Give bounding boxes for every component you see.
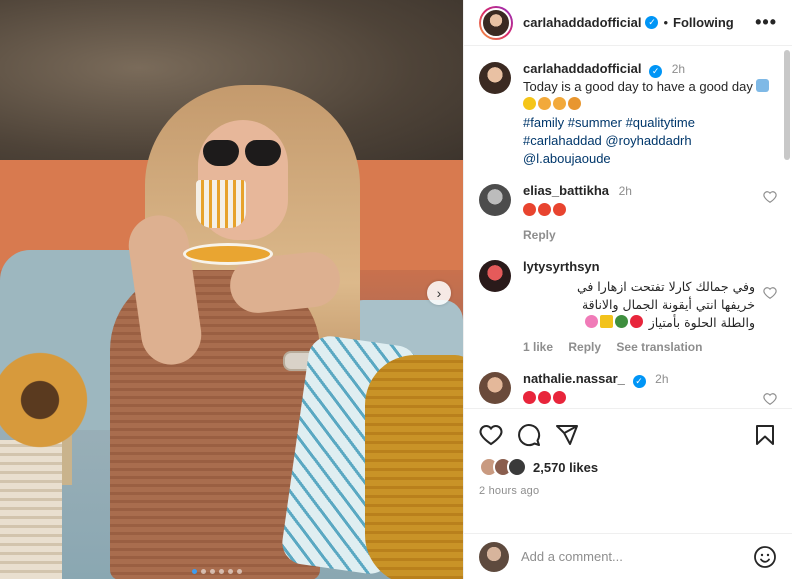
commenter-username[interactable]: elias_battikha [523, 183, 609, 198]
more-options-icon[interactable]: ••• [755, 12, 777, 33]
comment-icon[interactable] [517, 423, 541, 447]
crown-emoji [599, 315, 613, 328]
comment-text-line: وفي جمالك كارلا تفتحت ازهارا في [576, 279, 755, 294]
viewer-avatar [479, 541, 509, 572]
comments-list[interactable]: carlahaddadofficial ✓ 2h Today is a good… [464, 46, 792, 408]
carousel-dot [210, 569, 215, 574]
author-username[interactable]: carlahaddadofficial [523, 15, 641, 30]
caption-text: Today is a good day to have a good day [523, 78, 777, 114]
heart-icon[interactable] [763, 392, 777, 406]
sun-emoji [523, 97, 536, 110]
caption-hashtags[interactable]: #family #summer #qualitytime [523, 115, 695, 130]
share-icon[interactable] [555, 423, 579, 447]
photo-sunglasses [203, 140, 281, 168]
comment-text-line: خريفها انتي أيقونة الجمال والاناقة [581, 297, 755, 312]
post-footer: 2,570 likes 2 hours ago [464, 408, 792, 533]
photo-pillow [365, 355, 463, 579]
emoji [614, 315, 628, 328]
verified-icon: ✓ [632, 374, 646, 388]
add-comment-bar [464, 533, 792, 579]
commenter-avatar[interactable] [479, 184, 511, 216]
comment: lytysyrthsyn وفي جمالك كارلا تفتحت ازهار… [479, 258, 777, 356]
verified-icon: ✓ [645, 16, 659, 29]
mention-royhaddadrh[interactable]: @royhaddadrh [605, 133, 691, 148]
caption-time: 2h [671, 62, 686, 76]
liker-avatars[interactable] [479, 457, 527, 477]
author-avatar[interactable] [479, 62, 511, 94]
save-icon[interactable] [753, 423, 777, 447]
heart-eyes-emoji [523, 203, 536, 216]
instagram-post: › carlahaddadofficial ✓ • Following ••• [0, 0, 792, 579]
carousel-dot [219, 569, 224, 574]
heart-emoji [629, 315, 643, 328]
photo-cup [196, 180, 246, 228]
photo-vase [0, 440, 62, 579]
liker-avatar [507, 457, 527, 477]
carousel-dots [192, 569, 242, 574]
caption-username[interactable]: carlahaddadofficial [523, 61, 641, 76]
reply-button[interactable]: Reply [523, 228, 556, 242]
carousel-dot [201, 569, 206, 574]
see-translation-button[interactable]: See translation [616, 340, 702, 354]
author-avatar[interactable] [479, 5, 513, 40]
heart-icon[interactable] [763, 190, 777, 204]
photo-flower [0, 340, 100, 460]
chevron-right-icon: › [436, 285, 442, 301]
heart-emoji [553, 391, 566, 404]
action-bar [479, 421, 777, 449]
commenter-username[interactable]: lytysyrthsyn [523, 259, 600, 274]
heart-eyes-emoji [538, 203, 551, 216]
commenter-username[interactable]: nathalie.nassar_ [523, 371, 625, 386]
caption-body: Today is a good day to have a good day [523, 79, 753, 94]
face-emoji [538, 97, 551, 110]
heart-emoji [538, 391, 551, 404]
carousel-dot [237, 569, 242, 574]
post-photo[interactable]: › [0, 0, 463, 579]
heart-icon[interactable] [763, 286, 777, 300]
post-header: carlahaddadofficial ✓ • Following ••• [464, 0, 792, 46]
likes-row: 2,570 likes [479, 457, 777, 477]
comment-time: 2h [655, 372, 669, 386]
emoji-icon[interactable] [753, 545, 777, 569]
likes-count[interactable]: 1 like [523, 340, 553, 354]
mention-laboujaoude[interactable]: @l.aboujaoude [523, 151, 611, 166]
coffee-emoji [756, 79, 770, 92]
verified-icon: ✓ [649, 64, 663, 78]
commenter-avatar[interactable] [479, 372, 511, 404]
heart-emoji [523, 391, 536, 404]
comment-text-line: والطلة الحلوة بأمتياز [648, 315, 755, 330]
face-emoji [553, 97, 566, 110]
caption: carlahaddadofficial ✓ 2h Today is a good… [479, 60, 777, 168]
comment-time: 2h [618, 184, 632, 198]
comment-emojis [523, 390, 755, 408]
carousel-dot [192, 569, 197, 574]
comments-scrollbar[interactable] [784, 50, 790, 160]
face-emoji [568, 97, 581, 110]
commenter-avatar[interactable] [479, 260, 511, 292]
comment-emojis [523, 202, 755, 220]
comment-text: وفي جمالك كارلا تفتحت ازهارا في خريفها ا… [523, 278, 755, 332]
heart-icon[interactable] [479, 423, 503, 447]
photo-saucer [183, 243, 273, 265]
heart-eyes-emoji [553, 203, 566, 216]
likes-count[interactable]: 2,570 likes [533, 460, 598, 475]
reply-button[interactable]: Reply [568, 340, 601, 354]
carousel-dot [228, 569, 233, 574]
post-sidebar: carlahaddadofficial ✓ • Following ••• ca… [463, 0, 792, 579]
hashtag-carlahaddad[interactable]: #carlahaddad [523, 133, 602, 148]
comment: elias_battikha 2h Reply [479, 182, 777, 244]
comment-text-line-with-emojis: والطلة الحلوة بأمتياز [523, 314, 755, 332]
following-button[interactable]: Following [673, 15, 734, 30]
separator-dot: • [663, 15, 669, 30]
comment: nathalie.nassar_ ✓ 2h [479, 370, 777, 408]
next-slide-button[interactable]: › [427, 281, 451, 305]
comment-input[interactable] [521, 549, 753, 564]
post-timestamp[interactable]: 2 hours ago [479, 485, 777, 497]
flower-emoji [584, 315, 598, 328]
